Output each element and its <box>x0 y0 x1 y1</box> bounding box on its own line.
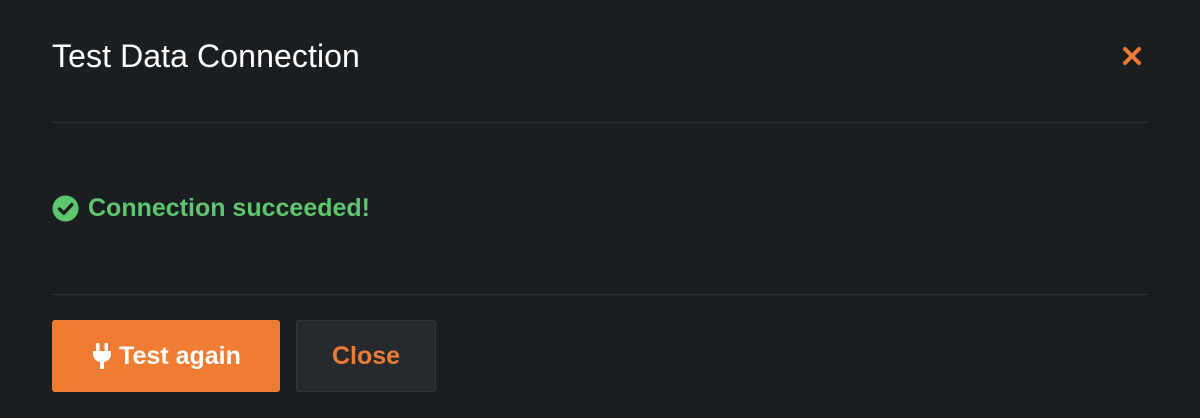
footer-divider <box>52 294 1148 295</box>
test-connection-dialog: Test Data Connection Connection succeede… <box>0 0 1200 418</box>
status-message: Connection succeeded! <box>52 194 370 222</box>
status-text: Connection succeeded! <box>88 194 370 222</box>
test-again-label: Test again <box>119 341 241 370</box>
close-icon[interactable] <box>1116 40 1148 72</box>
plug-icon <box>91 342 113 370</box>
check-circle-icon <box>52 195 79 222</box>
close-button[interactable]: Close <box>296 320 436 392</box>
header-divider <box>52 122 1148 123</box>
dialog-title: Test Data Connection <box>52 38 360 74</box>
test-again-button[interactable]: Test again <box>52 320 280 392</box>
close-button-label: Close <box>331 341 401 370</box>
